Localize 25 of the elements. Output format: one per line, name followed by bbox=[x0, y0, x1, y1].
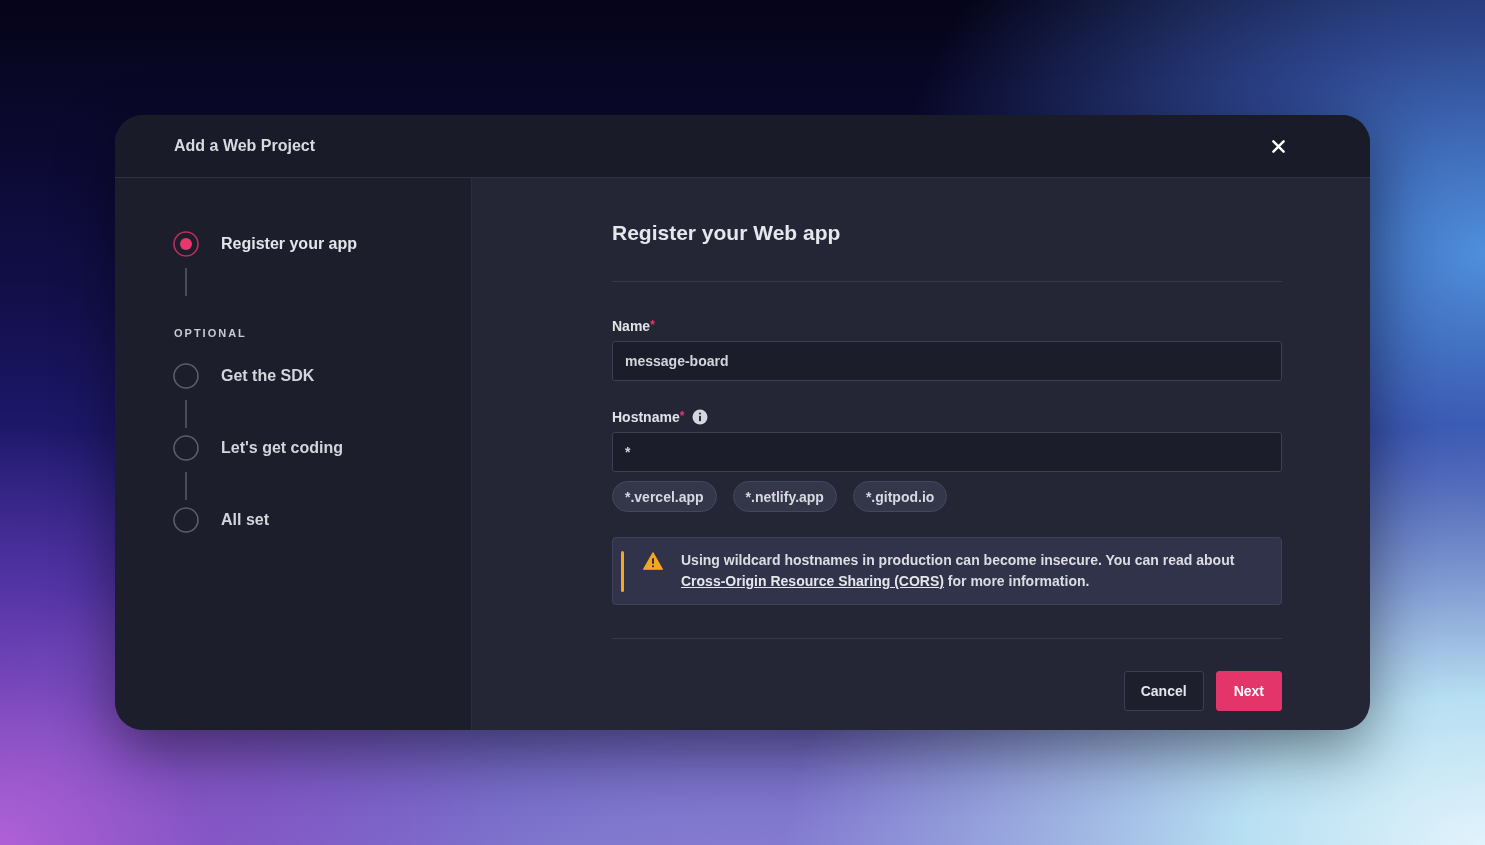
hostname-suggestion-chip[interactable]: *.netlify.app bbox=[732, 481, 837, 512]
step-label: Get the SDK bbox=[221, 367, 315, 385]
alert-message: Using wildcard hostnames in production can become insecure. You can read about Cross-Origin Resource Sharing (CORS) for more information. bbox=[681, 551, 1235, 591]
close-button[interactable] bbox=[1271, 139, 1285, 153]
form-title: Register your Web app bbox=[612, 221, 841, 245]
step-connector bbox=[185, 268, 187, 296]
hostname-suggestion-chip[interactable]: *.gitpod.io bbox=[852, 481, 948, 512]
dialog-title: Add a Web Project bbox=[174, 137, 316, 155]
field-label: Name* bbox=[612, 318, 655, 334]
section-heading: OPTIONAL bbox=[174, 327, 247, 339]
cors-link[interactable]: Cross-Origin Resource Sharing (CORS) bbox=[681, 573, 944, 589]
next-button[interactable]: Next bbox=[1215, 671, 1282, 711]
cancel-button[interactable]: Cancel bbox=[1123, 671, 1204, 711]
step-connector bbox=[185, 400, 187, 428]
step-label: Let's get coding bbox=[221, 439, 344, 457]
warning-icon bbox=[643, 552, 663, 570]
hostname-suggestion-chip[interactable]: *.vercel.app bbox=[612, 481, 717, 512]
field-label: Hostname* bbox=[612, 409, 685, 425]
step-connector bbox=[185, 472, 187, 500]
text-input[interactable]: message-board bbox=[612, 341, 1282, 381]
info-icon[interactable] bbox=[692, 409, 709, 425]
step-label: All set bbox=[221, 511, 269, 529]
close-icon bbox=[1271, 139, 1285, 153]
step-label: Register your app bbox=[221, 235, 358, 253]
text-input[interactable]: * bbox=[612, 432, 1282, 472]
